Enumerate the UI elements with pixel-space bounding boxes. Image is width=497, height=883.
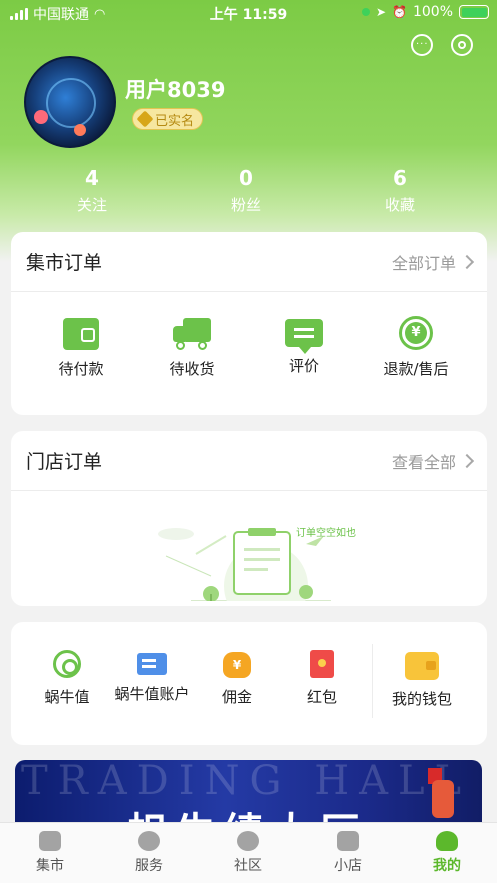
diamond-icon — [136, 110, 154, 128]
chat-icon — [237, 831, 259, 851]
tab-label: 服务 — [135, 858, 163, 874]
assets-card: 蜗牛值 蜗牛值账户 ¥ 佣金 红包 我的钱包 — [11, 622, 487, 745]
wallet-icon — [63, 318, 99, 350]
stat-label: 收藏 — [384, 196, 415, 214]
all-orders-label: 全部订单 — [391, 253, 456, 273]
stat-count: 0 — [239, 166, 253, 190]
tab-service[interactable]: 服务 — [99, 823, 199, 875]
stat-favorites[interactable]: 6 收藏 — [350, 166, 450, 215]
stat-label: 关注 — [76, 196, 107, 214]
tab-community[interactable]: 社区 — [198, 823, 298, 875]
market-orders-card: 集市订单 全部订单 待付款 待收货 评价 ¥ 退款/售后 — [11, 232, 487, 415]
banner-bg-text: TRADING HALL — [21, 760, 472, 804]
stat-following[interactable]: 4 关注 — [42, 166, 142, 215]
battery-percent: 100% — [412, 4, 453, 20]
status-right: ➤ ⏰ 100% — [361, 4, 489, 20]
battery-icon — [459, 5, 489, 19]
header-actions: ··· — [411, 34, 473, 56]
truck-icon — [173, 316, 211, 350]
tab-market[interactable]: 集市 — [0, 823, 100, 875]
figure-icon — [432, 780, 454, 818]
order-pending-receipt[interactable]: 待收货 — [142, 316, 242, 379]
stat-label: 粉丝 — [230, 196, 261, 214]
order-pending-payment[interactable]: 待付款 — [31, 316, 131, 379]
comment-icon — [285, 319, 323, 354]
store-orders-card: 门店订单 查看全部 订单空空如也 — [11, 431, 487, 628]
order-review[interactable]: 评价 — [254, 316, 354, 376]
empty-orders-illustration: 订单空空如也 — [156, 516, 366, 628]
stat-fans[interactable]: 0 粉丝 — [196, 166, 296, 215]
tab-label: 小店 — [334, 858, 362, 874]
all-orders-link[interactable]: 全部订单 — [391, 250, 475, 274]
avatar[interactable] — [24, 56, 116, 148]
shopping-bag-icon — [337, 831, 359, 851]
message-icon[interactable]: ··· — [411, 34, 433, 56]
order-refund[interactable]: ¥ 退款/售后 — [366, 316, 466, 379]
snail-icon — [53, 650, 81, 678]
wallet-icon — [405, 652, 439, 680]
store-orders-title: 门店订单 — [26, 451, 103, 473]
order-item-label: 待付款 — [58, 360, 104, 378]
status-bar: 中国联通 ◠ 上午 11:59 ➤ ⏰ 100% — [0, 0, 497, 26]
tab-label: 我的 — [433, 858, 461, 874]
asset-label: 红包 — [306, 688, 337, 706]
tab-shop[interactable]: 小店 — [298, 823, 398, 875]
tab-label: 集市 — [36, 858, 64, 874]
asset-label: 我的钱包 — [391, 690, 452, 708]
tab-me[interactable]: 我的 — [397, 823, 497, 875]
heart-icon — [138, 831, 160, 851]
trading-hall-banner[interactable]: TRADING HALL 帜牛绩大厅 — [15, 760, 482, 830]
stat-count: 4 — [85, 166, 99, 190]
empty-orders-text: 订单空空如也 — [296, 528, 356, 539]
chevron-right-icon — [459, 453, 475, 468]
order-item-label: 待收货 — [169, 360, 215, 378]
asset-red-packet[interactable]: 红包 — [272, 650, 372, 707]
verified-label: 已实名 — [155, 113, 195, 129]
card-icon — [137, 653, 167, 675]
alarm-icon: ⏰ — [392, 5, 407, 19]
red-packet-icon — [310, 650, 334, 678]
refund-icon: ¥ — [399, 316, 433, 350]
user-icon — [436, 831, 458, 851]
tab-label: 社区 — [234, 858, 262, 874]
location-icon: ➤ — [375, 5, 387, 19]
market-orders-header: 集市订单 全部订单 — [11, 232, 487, 292]
mic-indicator-icon — [361, 8, 370, 16]
view-all-label: 查看全部 — [391, 452, 456, 472]
order-item-label: 评价 — [288, 357, 319, 375]
store-icon — [39, 831, 61, 851]
order-item-label: 退款/售后 — [383, 360, 449, 378]
verified-badge: 已实名 — [132, 108, 204, 130]
stat-count: 6 — [393, 166, 407, 190]
chevron-right-icon — [459, 254, 475, 269]
bottom-tab-bar: 集市 服务 社区 小店 我的 — [0, 822, 497, 883]
settings-gear-icon[interactable] — [451, 34, 473, 56]
view-all-link[interactable]: 查看全部 — [391, 449, 475, 473]
store-orders-header: 门店订单 查看全部 — [11, 431, 487, 491]
market-orders-title: 集市订单 — [26, 252, 103, 274]
asset-my-wallet[interactable]: 我的钱包 — [372, 650, 472, 709]
username: 用户8039 — [125, 78, 226, 102]
money-bag-icon: ¥ — [223, 652, 251, 678]
